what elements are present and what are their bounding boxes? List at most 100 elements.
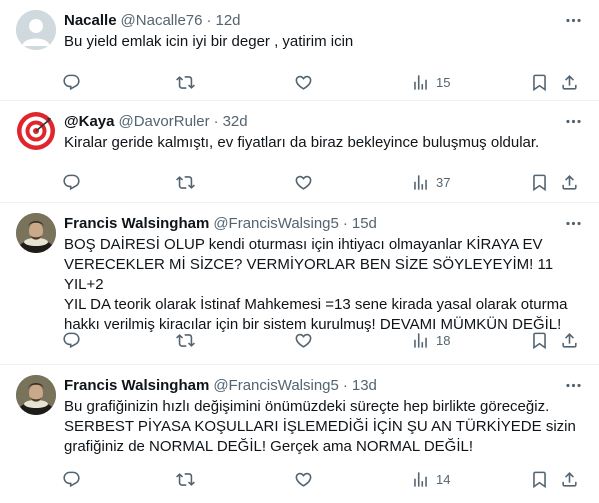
- like-button[interactable]: [294, 467, 313, 491]
- bookmark-icon: [533, 74, 546, 91]
- avatar[interactable]: [16, 10, 56, 50]
- retweet-button[interactable]: [176, 170, 195, 194]
- share-button[interactable]: [560, 328, 579, 352]
- separator-dot: ·: [206, 11, 212, 29]
- bookmark-button[interactable]: [530, 328, 549, 352]
- views-button[interactable]: 15: [411, 70, 450, 94]
- more-icon: [565, 18, 581, 22]
- tweet-header: @Kaya @DavorRuler · 32d: [64, 111, 248, 131]
- reply-button[interactable]: [62, 328, 81, 352]
- retweet-button[interactable]: [176, 467, 195, 491]
- retweet-icon: [176, 333, 195, 347]
- timestamp[interactable]: 13d: [352, 377, 377, 394]
- views-button[interactable]: 18: [411, 328, 450, 352]
- like-button[interactable]: [294, 328, 313, 352]
- share-button[interactable]: [560, 170, 579, 194]
- reply-icon: [63, 74, 80, 90]
- share-icon: [562, 174, 577, 190]
- tweet-text: BOŞ DAİRESİ OLUP kendi oturması için iht…: [64, 236, 568, 333]
- reply-icon: [63, 174, 80, 190]
- timestamp[interactable]: 32d: [223, 113, 248, 130]
- tweet-actions: 15: [56, 70, 586, 94]
- tweet[interactable]: Nacalle @Nacalle76 · 12d Bu yield emlak …: [0, 0, 599, 101]
- like-button[interactable]: [294, 170, 313, 194]
- avatar[interactable]: [16, 375, 56, 415]
- more-icon: [565, 383, 581, 387]
- share-button[interactable]: [560, 70, 579, 94]
- more-options-button[interactable]: [561, 8, 585, 32]
- author-handle[interactable]: @Nacalle76: [121, 12, 203, 29]
- views-count: 37: [436, 174, 451, 190]
- separator-dot: ·: [342, 376, 348, 394]
- heart-icon: [295, 333, 312, 348]
- author-name[interactable]: Francis Walsingham: [64, 215, 209, 232]
- retweet-button[interactable]: [176, 70, 195, 94]
- author-name[interactable]: Francis Walsingham: [64, 377, 209, 394]
- default-avatar-icon: [16, 10, 56, 50]
- tweet-header: Francis Walsingham @FrancisWalsing5 · 13…: [64, 375, 377, 395]
- more-icon: [565, 119, 581, 123]
- bookmark-icon: [533, 332, 546, 349]
- like-button[interactable]: [294, 70, 313, 94]
- views-chart-icon: [414, 174, 427, 190]
- tweet-header: Nacalle @Nacalle76 · 12d: [64, 10, 241, 30]
- author-handle[interactable]: @FrancisWalsing5: [213, 215, 339, 232]
- portrait-avatar-icon: [16, 213, 56, 253]
- tweet-header: Francis Walsingham @FrancisWalsing5 · 15…: [64, 213, 377, 233]
- views-count: 14: [436, 471, 451, 487]
- tweet-actions: 14: [56, 467, 586, 491]
- separator-dot: ·: [342, 214, 348, 232]
- retweet-icon: [176, 75, 195, 89]
- views-chart-icon: [414, 74, 427, 90]
- timestamp[interactable]: 15d: [352, 215, 377, 232]
- views-button[interactable]: 14: [411, 467, 450, 491]
- views-button[interactable]: 37: [411, 170, 450, 194]
- views-chart-icon: [414, 471, 427, 487]
- avatar[interactable]: [16, 213, 56, 253]
- tweet[interactable]: Francis Walsingham @FrancisWalsing5 · 15…: [0, 203, 599, 365]
- more-options-button[interactable]: [561, 373, 585, 397]
- separator-dot: ·: [213, 112, 219, 130]
- bookmark-icon: [533, 471, 546, 488]
- bookmark-button[interactable]: [530, 467, 549, 491]
- retweet-button[interactable]: [176, 328, 195, 352]
- reply-button[interactable]: [62, 467, 81, 491]
- views-count: 18: [436, 332, 451, 348]
- views-count: 15: [436, 74, 451, 90]
- tweet[interactable]: @Kaya @DavorRuler · 32d Kiralar geride k…: [0, 101, 599, 203]
- views-chart-icon: [414, 332, 427, 348]
- timestamp[interactable]: 12d: [215, 12, 240, 29]
- reply-timeline: Nacalle @Nacalle76 · 12d Bu yield emlak …: [0, 0, 599, 503]
- more-options-button[interactable]: [561, 211, 585, 235]
- share-icon: [562, 332, 577, 348]
- reply-icon: [63, 332, 80, 348]
- heart-icon: [295, 75, 312, 90]
- tweet-text: Kiralar geride kalmıştı, ev fiyatları da…: [64, 134, 540, 151]
- bookmark-button[interactable]: [530, 70, 549, 94]
- bookmark-button[interactable]: [530, 170, 549, 194]
- share-icon: [562, 74, 577, 90]
- tweet[interactable]: Francis Walsingham @FrancisWalsing5 · 13…: [0, 365, 599, 503]
- tweet-text: Bu grafiğinizin hızlı değişimini önümüzd…: [64, 398, 576, 455]
- share-button[interactable]: [560, 467, 579, 491]
- tweet-actions: 37: [56, 170, 586, 194]
- reply-button[interactable]: [62, 70, 81, 94]
- reply-icon: [63, 471, 80, 487]
- heart-icon: [295, 472, 312, 487]
- retweet-icon: [176, 472, 195, 486]
- more-options-button[interactable]: [561, 109, 585, 133]
- portrait-avatar-icon: [16, 375, 56, 415]
- avatar[interactable]: [16, 111, 56, 151]
- tweet-text: Bu yield emlak icin iyi bir deger , yati…: [64, 33, 354, 50]
- more-icon: [565, 221, 581, 225]
- author-name[interactable]: Nacalle: [64, 12, 117, 29]
- heart-icon: [295, 175, 312, 190]
- author-name[interactable]: @Kaya: [64, 113, 115, 130]
- tweet-actions: 18: [56, 328, 586, 352]
- bookmark-icon: [533, 174, 546, 191]
- author-handle[interactable]: @FrancisWalsing5: [213, 377, 339, 394]
- share-icon: [562, 471, 577, 487]
- reply-button[interactable]: [62, 170, 81, 194]
- author-handle[interactable]: @DavorRuler: [119, 113, 210, 130]
- retweet-icon: [176, 175, 195, 189]
